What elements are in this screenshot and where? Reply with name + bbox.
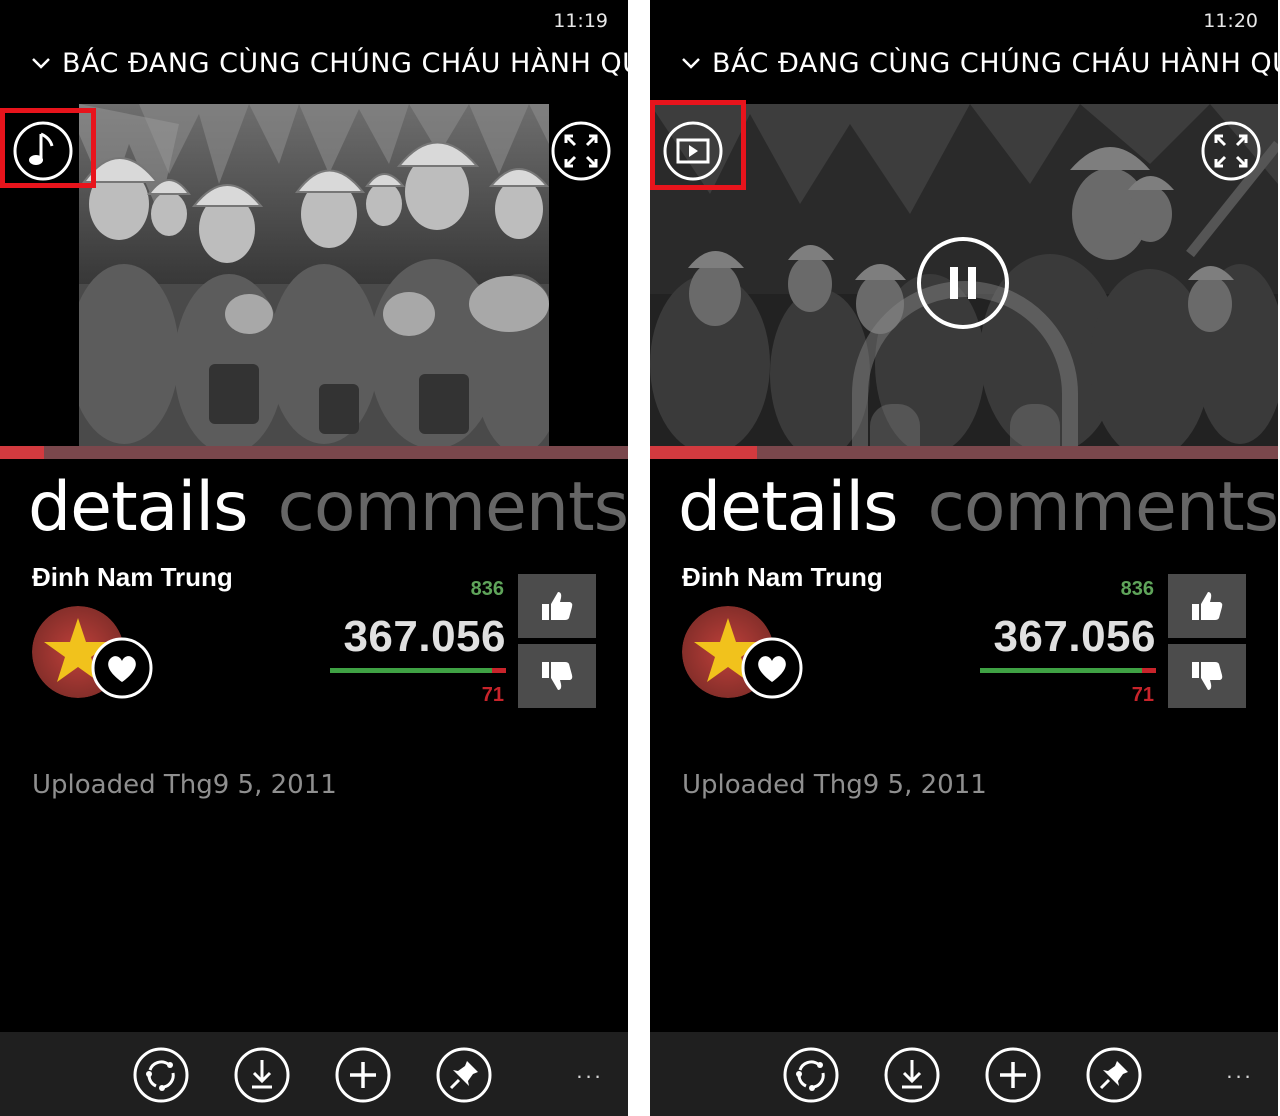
playback-progress-fill: [0, 446, 44, 459]
thumbs-up-icon: [1192, 592, 1223, 620]
playback-progress[interactable]: [650, 446, 1278, 459]
add-icon[interactable]: [334, 1046, 392, 1104]
tab-details[interactable]: details: [28, 468, 249, 548]
dislikes-count: 71: [481, 684, 504, 706]
views-count: 367.056: [343, 612, 506, 661]
phone-screen-right: 11:20 BÁC ĐANG CÙNG CHÚNG CHÁU HÀNH QUÂN: [650, 0, 1278, 1116]
dislikes-count: 71: [1131, 684, 1154, 706]
video-title: BÁC ĐANG CÙNG CHÚNG CHÁU HÀNH QUÂN: [62, 48, 628, 79]
thumbs-up-icon: [542, 592, 573, 620]
video-title-row[interactable]: BÁC ĐANG CÙNG CHÚNG CHÁU HÀNH QUÂN: [678, 46, 1278, 86]
fullscreen-icon[interactable]: [550, 120, 612, 182]
add-icon[interactable]: [984, 1046, 1042, 1104]
download-icon[interactable]: [883, 1046, 941, 1104]
pivot-tabs: detailscommentsrelated: [28, 468, 628, 548]
video-title-row[interactable]: BÁC ĐANG CÙNG CHÚNG CHÁU HÀNH QUÂN: [28, 46, 628, 86]
more-options[interactable]: ...: [1220, 1058, 1260, 1083]
tab-details[interactable]: details: [678, 468, 899, 548]
dislike-button[interactable]: [1168, 644, 1246, 708]
playback-progress-fill: [650, 446, 757, 459]
rating-ratio-bar: [330, 668, 506, 673]
uploader-name[interactable]: Đinh Nam Trung: [32, 562, 233, 593]
highlight-box: [650, 100, 746, 190]
more-options[interactable]: ...: [570, 1058, 610, 1083]
video-title: BÁC ĐANG CÙNG CHÚNG CHÁU HÀNH QUÂN: [712, 48, 1278, 79]
rating-ratio-fill: [330, 668, 492, 673]
chevron-down-icon: [32, 58, 50, 69]
tab-comments[interactable]: comments: [278, 468, 628, 548]
upload-date: Uploaded Thg9 5, 2011: [682, 770, 987, 800]
playback-progress[interactable]: [0, 446, 628, 459]
rating-ratio-fill: [980, 668, 1142, 673]
dislike-button[interactable]: [518, 644, 596, 708]
like-button[interactable]: [1168, 574, 1246, 638]
tab-comments[interactable]: comments: [928, 468, 1278, 548]
app-bar: ...: [0, 1032, 628, 1116]
pivot-tabs: detailscommentsrelated: [678, 468, 1278, 548]
pause-icon[interactable]: [916, 236, 1010, 330]
subscribe-heart-icon[interactable]: [90, 636, 154, 700]
highlight-box: [0, 108, 96, 188]
thumbs-down-icon: [1192, 662, 1223, 690]
likes-count: 836: [470, 578, 504, 600]
upload-date: Uploaded Thg9 5, 2011: [32, 770, 337, 800]
share-icon[interactable]: [782, 1046, 840, 1104]
thumbs-down-icon: [542, 662, 573, 690]
views-count: 367.056: [993, 612, 1156, 661]
like-button[interactable]: [518, 574, 596, 638]
uploader-name[interactable]: Đinh Nam Trung: [682, 562, 883, 593]
subscribe-heart-icon[interactable]: [740, 636, 804, 700]
download-icon[interactable]: [233, 1046, 291, 1104]
pin-icon[interactable]: [1085, 1046, 1143, 1104]
phone-screen-left: 11:19 BÁC ĐANG CÙNG CHÚNG CHÁU HÀNH QUÂN: [0, 0, 628, 1116]
chevron-down-icon: [682, 58, 700, 69]
status-clock: 11:19: [553, 10, 608, 32]
app-bar: ...: [650, 1032, 1278, 1116]
status-clock: 11:20: [1203, 10, 1258, 32]
fullscreen-icon[interactable]: [1200, 120, 1262, 182]
rating-ratio-bar: [980, 668, 1156, 673]
video-frame: [79, 104, 549, 446]
share-icon[interactable]: [132, 1046, 190, 1104]
likes-count: 836: [1120, 578, 1154, 600]
pin-icon[interactable]: [435, 1046, 493, 1104]
